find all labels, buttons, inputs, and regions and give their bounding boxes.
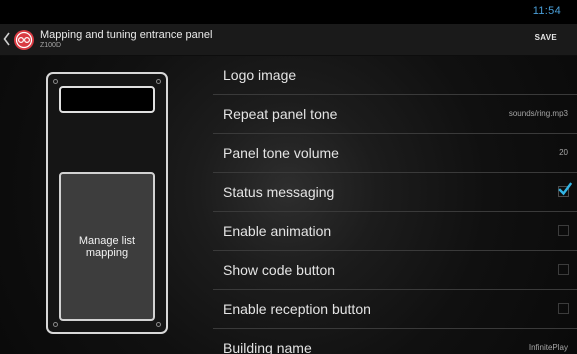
setting-value: InfinitePlay — [528, 343, 568, 352]
screw-icon — [53, 322, 58, 327]
setting-value: 20 — [559, 148, 568, 157]
setting-label: Show code button — [223, 262, 336, 278]
setting-status-messaging[interactable]: Status messaging — [213, 173, 577, 212]
setting-label: Panel tone volume — [223, 145, 339, 161]
screw-icon — [156, 79, 161, 84]
checkmark-icon — [558, 182, 572, 196]
setting-repeat-panel-tone[interactable]: Repeat panel tone sounds/ring.mp3 — [213, 95, 577, 134]
setting-value: sounds/ring.mp3 — [508, 109, 568, 118]
enable-reception-button-checkbox[interactable] — [558, 303, 569, 314]
setting-label: Enable animation — [223, 223, 332, 239]
status-time: 11:54 — [532, 5, 561, 17]
manage-list-mapping-button[interactable]: Manage list mapping — [59, 172, 155, 321]
setting-label: Repeat panel tone — [223, 106, 338, 122]
screw-icon — [156, 322, 161, 327]
setting-label: Status messaging — [223, 184, 335, 200]
setting-enable-reception-button[interactable]: Enable reception button — [213, 290, 577, 329]
setting-logo-image[interactable]: Logo image — [213, 56, 577, 95]
setting-panel-tone-volume[interactable]: Panel tone volume 20 — [213, 134, 577, 173]
setting-label: Building name — [223, 340, 312, 354]
setting-show-code-button[interactable]: Show code button — [213, 251, 577, 290]
panel-display[interactable] — [59, 86, 155, 113]
status-messaging-checkbox[interactable] — [558, 182, 572, 197]
settings-list: Logo image Repeat panel tone sounds/ring… — [213, 56, 577, 354]
setting-label: Enable reception button — [223, 301, 371, 317]
action-bar-title: Mapping and tuning entrance panel — [40, 29, 213, 41]
entrance-panel-preview: Manage list mapping — [46, 72, 168, 334]
setting-enable-animation[interactable]: Enable animation — [213, 212, 577, 251]
show-code-button-checkbox[interactable] — [558, 264, 569, 275]
manage-list-mapping-label: Manage list mapping — [78, 234, 136, 259]
action-bar-subtitle: Z100D — [40, 42, 62, 49]
setting-label: Logo image — [223, 67, 297, 83]
screw-icon — [53, 79, 58, 84]
status-bar: 11:54 — [0, 0, 577, 24]
app-screen: 11:54 Mapping and tuning entrance panel … — [0, 0, 577, 354]
chevron-left-icon[interactable] — [2, 30, 12, 48]
action-bar: Mapping and tuning entrance panel Z100D … — [0, 24, 577, 56]
enable-animation-checkbox[interactable] — [558, 225, 569, 236]
setting-building-name[interactable]: Building name InfinitePlay — [213, 329, 577, 354]
app-logo-icon[interactable] — [13, 29, 35, 51]
save-button[interactable]: SAVE — [535, 33, 557, 42]
